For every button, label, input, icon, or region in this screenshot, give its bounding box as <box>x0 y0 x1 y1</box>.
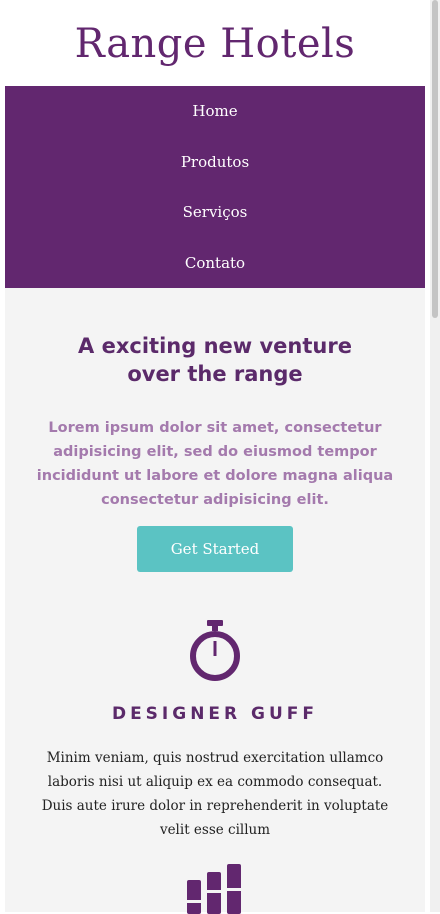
hero-title: A exciting new venture over the range <box>78 334 352 386</box>
nav-item-contato[interactable]: Contato <box>5 238 425 289</box>
main-nav: Home Produtos Serviços Contato <box>5 86 425 288</box>
site-header: Range Hotels <box>5 0 425 86</box>
feature-title: DESIGNER GUFF <box>111 704 319 724</box>
hero-description: Lorem ipsum dolor sit amet, consectetur … <box>36 420 394 508</box>
feature-second <box>5 864 425 914</box>
get-started-button[interactable]: Get Started <box>137 526 293 572</box>
vertical-scrollbar[interactable] <box>430 0 440 912</box>
nav-item-servicos[interactable]: Serviços <box>5 187 425 238</box>
page: Range Hotels Home Produtos Serviços Cont… <box>5 0 425 914</box>
stopwatch-icon <box>190 620 240 681</box>
scrollbar-thumb[interactable] <box>432 0 438 318</box>
bar-chart-icon <box>187 864 241 914</box>
feature-description: Minim veniam, quis nostrud exercitation … <box>41 750 389 838</box>
nav-item-produtos[interactable]: Produtos <box>5 137 425 188</box>
nav-item-home[interactable]: Home <box>5 86 425 137</box>
hero-section: A exciting new venture over the range Lo… <box>5 288 425 572</box>
feature-designer-guff: DESIGNER GUFF Minim veniam, quis nostrud… <box>5 618 425 842</box>
brand-logo[interactable]: Range Hotels <box>5 18 425 70</box>
